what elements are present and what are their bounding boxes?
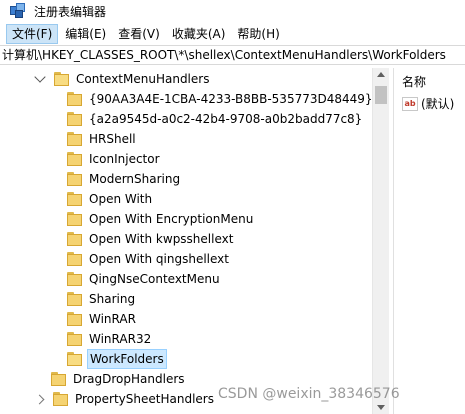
tree-item-label: {a2a9545d-a0c2-42b4-9708-a0b2badd77c8} — [89, 112, 363, 126]
tree-item[interactable]: Sharing — [67, 289, 137, 309]
tree-item-label: WinRAR32 — [89, 332, 152, 346]
folder-icon — [67, 292, 82, 306]
tree-item-dragdrophandlers[interactable]: DragDropHandlers — [51, 369, 187, 389]
tree-item[interactable]: WinRAR — [67, 309, 138, 329]
tree-item[interactable]: Open With EncryptionMenu — [67, 209, 255, 229]
tree-item[interactable]: Open With — [67, 189, 154, 209]
menu-file[interactable]: 文件(F) — [6, 24, 59, 44]
folder-icon — [67, 112, 82, 126]
folder-icon — [67, 172, 82, 186]
menu-view[interactable]: 查看(V) — [113, 24, 165, 44]
tree-item[interactable]: {90AA3A4E-1CBA-4233-B8BB-535773D48449} — [67, 89, 375, 109]
folder-icon — [67, 132, 82, 146]
tree-item-label: {90AA3A4E-1CBA-4233-B8BB-535773D48449} — [89, 92, 373, 106]
menu-favorites[interactable]: 收藏夹(A) — [167, 24, 231, 44]
chevron-right-icon[interactable] — [34, 394, 45, 404]
menu-edit[interactable]: 编辑(E) — [60, 24, 111, 44]
title-bar: 注册表编辑器 — [0, 0, 465, 22]
tree-item[interactable]: HRShell — [67, 129, 138, 149]
tree-item-label: IconInjector — [89, 152, 160, 166]
values-pane: 名称 ab (默认) — [393, 68, 465, 414]
tree-item-label: Sharing — [89, 292, 136, 306]
tree-item-label: Open With — [89, 192, 153, 206]
registry-editor-icon — [10, 3, 26, 19]
tree-item[interactable]: IconInjector — [67, 149, 162, 169]
key-tree: ContextMenuHandlers {90AA3A4E-1CBA-4233-… — [0, 68, 389, 414]
folder-icon — [67, 92, 82, 106]
folder-icon — [67, 312, 82, 326]
tree-item[interactable]: Open With kwpsshellext — [67, 229, 235, 249]
tree-item-label: HRShell — [89, 132, 136, 146]
tree-item[interactable]: {a2a9545d-a0c2-42b4-9708-a0b2badd77c8} — [67, 109, 364, 129]
value-name: (默认) — [421, 97, 455, 111]
tree-item-selected[interactable]: WorkFolders — [67, 349, 167, 369]
tree-item[interactable]: ModernSharing — [67, 169, 182, 189]
chevron-down-icon[interactable] — [34, 71, 46, 83]
folder-icon — [67, 332, 82, 346]
scrollbar-thumb[interactable] — [375, 86, 387, 104]
tree-item-contextmenuhandlers[interactable]: ContextMenuHandlers — [34, 69, 211, 89]
string-value-icon: ab — [402, 96, 418, 111]
folder-open-icon — [67, 352, 82, 366]
folder-icon — [51, 372, 66, 386]
scroll-down-arrow-icon[interactable] — [377, 405, 385, 410]
address-bar[interactable]: 计算机\HKEY_CLASSES_ROOT\*\shellex\ContextM… — [0, 45, 465, 65]
menu-help[interactable]: 帮助(H) — [232, 24, 284, 44]
folder-icon — [67, 212, 82, 226]
folder-open-icon — [54, 72, 69, 86]
column-header-name[interactable]: 名称 — [402, 73, 426, 90]
tree-item-label: Open With qingshellext — [89, 252, 229, 266]
value-row[interactable]: ab (默认) — [402, 95, 454, 112]
tree-item-label: QingNseContextMenu — [89, 272, 220, 286]
menu-bar: 文件(F) 编辑(E) 查看(V) 收藏夹(A) 帮助(H) — [0, 24, 465, 44]
folder-icon — [67, 252, 82, 266]
folder-icon — [67, 232, 82, 246]
tree-item-label: ContextMenuHandlers — [76, 72, 210, 86]
tree-item-label: PropertySheetHandlers — [75, 392, 214, 406]
tree-item-label: WorkFolders — [87, 349, 167, 369]
tree-item-label: WinRAR — [89, 312, 136, 326]
tree-item-propertysheethandlers[interactable]: PropertySheetHandlers — [34, 389, 216, 409]
folder-icon — [67, 272, 82, 286]
folder-icon — [67, 152, 82, 166]
tree-item-label: ModernSharing — [89, 172, 181, 186]
folder-icon — [53, 392, 68, 406]
window-title: 注册表编辑器 — [34, 4, 107, 19]
watermark: CSDN @weixin_38346576 — [218, 386, 400, 402]
tree-item-label: DragDropHandlers — [73, 372, 185, 386]
tree-item[interactable]: WinRAR32 — [67, 329, 153, 349]
tree-item[interactable]: Open With qingshellext — [67, 249, 231, 269]
folder-icon — [67, 192, 82, 206]
tree-item-label: Open With EncryptionMenu — [89, 212, 254, 226]
tree-item-label: Open With kwpsshellext — [89, 232, 234, 246]
scroll-up-arrow-icon[interactable] — [377, 72, 385, 77]
tree-item[interactable]: QingNseContextMenu — [67, 269, 222, 289]
tree-scrollbar[interactable] — [372, 68, 389, 414]
